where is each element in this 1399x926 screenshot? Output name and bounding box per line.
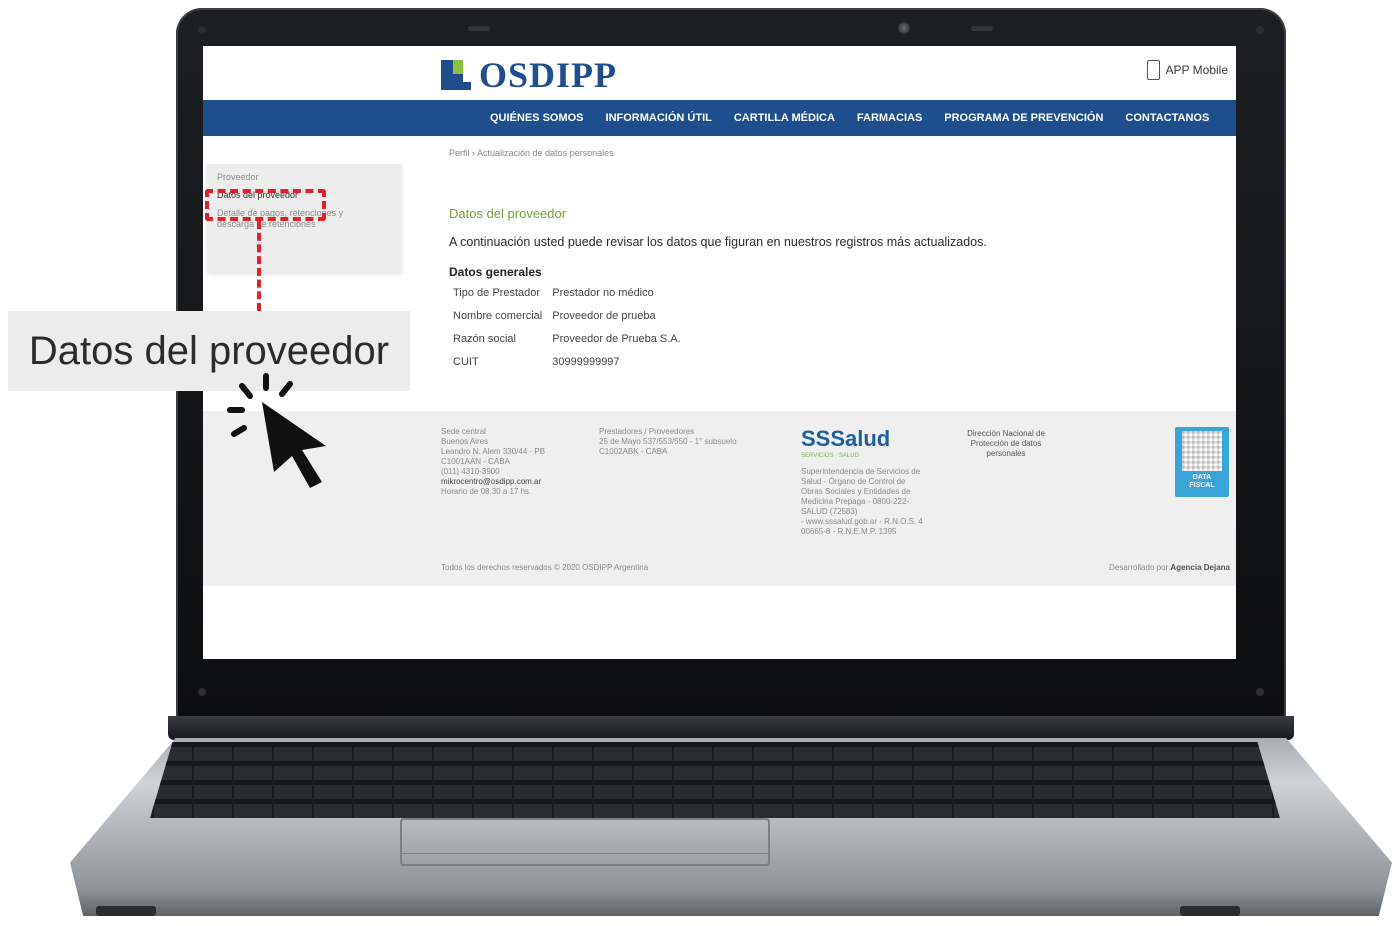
footer-text: - www.sssalud.gob.ar - R.N.O.S. 4	[801, 517, 923, 526]
footer-text: Protección de datos	[970, 439, 1042, 448]
footer-developer: Desarrollado por Agencia Dejana	[1109, 563, 1230, 572]
footer-text: Obras Sociales y Entidades de	[801, 487, 911, 496]
footer-prestadores: Prestadores / Proveedores 25 de Mayo 537…	[599, 427, 737, 457]
laptop-keyboard	[150, 742, 1280, 818]
site-footer: Sede central Buenos Aires Leandro N. Ale…	[203, 411, 1236, 586]
breadcrumb[interactable]: Perfil › Actualización de datos personal…	[449, 148, 1229, 158]
sidebar-item-proveedor[interactable]: Proveedor	[217, 172, 392, 182]
row-value: Proveedor de prueba	[552, 310, 656, 322]
footer-copyright: Todos los derechos reservados © 2020 OSD…	[441, 563, 649, 572]
data-fiscal-label: FISCAL	[1189, 482, 1215, 489]
page-title: Datos del proveedor	[449, 206, 567, 221]
footer-text: SALUD (72583)	[801, 507, 858, 516]
lid-screw	[1256, 688, 1264, 696]
footer-text: 00665-8 - R.N.E.M.P. 1395	[801, 527, 897, 536]
footer-text: C1001AAN - CABA	[441, 457, 510, 466]
main-nav: QUIÉNES SOMOS INFORMACIÓN ÚTIL CARTILLA …	[203, 100, 1236, 136]
footer-sede-central: Sede central Buenos Aires Leandro N. Ale…	[441, 427, 545, 497]
laptop-foot	[1180, 906, 1240, 916]
row-value: Prestador no médico	[552, 287, 654, 299]
footer-text: 25 de Mayo 537/553/550 - 1° subsuelo	[599, 437, 737, 446]
click-pointer-icon	[227, 373, 326, 488]
nav-item-cartilla-medica[interactable]: CARTILLA MÉDICA	[723, 112, 846, 124]
webcam	[898, 22, 910, 34]
nav-item-quienes-somos[interactable]: QUIÉNES SOMOS	[479, 112, 595, 124]
footer-text: Dirección Nacional de	[967, 429, 1045, 438]
footer-text: Prestadores / Proveedores	[599, 427, 695, 436]
sssalud-logo[interactable]: SSSalud	[801, 427, 931, 451]
footer-sssalud: SSSalud SERVICIOS · SALUD Superintendenc…	[801, 427, 931, 537]
row-label: Nombre comercial	[453, 310, 543, 322]
row-label: CUIT	[453, 356, 479, 368]
footer-text: personales	[986, 449, 1026, 458]
footer-text: Superintendencia de Servicios de	[801, 467, 921, 476]
developer-link[interactable]: Agencia Dejana	[1170, 563, 1230, 572]
laptop-foot	[96, 906, 156, 916]
lid-screw	[198, 688, 206, 696]
footer-text: Sede central	[441, 427, 486, 436]
sssalud-logo-sub: SERVICIOS · SALUD	[801, 453, 859, 459]
nav-item-programa-prevencion[interactable]: PROGRAMA DE PREVENCIÓN	[933, 112, 1114, 124]
table-row: Nombre comercial Proveedor de prueba	[449, 307, 687, 330]
row-label: Razón social	[453, 333, 516, 345]
data-fiscal-label: DATA	[1192, 474, 1212, 481]
row-label: Tipo de Prestador	[453, 287, 541, 299]
lid-sensor	[971, 26, 993, 31]
phone-icon	[1146, 60, 1160, 80]
footer-text: Salud - Órgano de Control de	[801, 477, 906, 486]
laptop-touchpad	[400, 818, 770, 866]
table-row: Razón social Proveedor de Prueba S.A.	[449, 330, 687, 353]
app-mobile-link[interactable]: APP Mobile	[1146, 60, 1228, 80]
lid-screw	[198, 26, 206, 34]
provider-info-table: Tipo de Prestador Prestador no médico No…	[449, 284, 687, 376]
footer-text: Leandro N. Alem 330/44 - PB	[441, 447, 546, 456]
qr-code-icon	[1182, 431, 1222, 471]
nav-item-informacion-util[interactable]: INFORMACIÓN ÚTIL	[595, 112, 723, 124]
footer-text: Horario de 08.30 a 17 hs.	[441, 487, 532, 496]
footer-text: Medicina Prepaga - 0800-222-	[801, 497, 910, 506]
footer-text: Buenos Aires	[441, 437, 489, 446]
lid-screw	[1256, 26, 1264, 34]
table-row: Tipo de Prestador Prestador no médico	[449, 284, 687, 307]
laptop-hinge	[168, 716, 1294, 740]
callout-label: Datos del proveedor	[28, 328, 390, 373]
lid-sensor	[468, 26, 490, 31]
highlight-box	[205, 189, 326, 221]
row-value: Proveedor de Prueba S.A.	[552, 333, 681, 345]
callout-connector	[257, 221, 261, 311]
osdipp-logo-icon	[441, 60, 471, 90]
site-header: OSDIPP APP Mobile	[203, 46, 1236, 100]
site-logo[interactable]: OSDIPP	[441, 54, 617, 96]
footer-proteccion-datos: Dirección Nacional de Protección de dato…	[951, 429, 1061, 459]
table-row: CUIT 30999999997	[449, 353, 687, 376]
data-fiscal-badge[interactable]: DATA FISCAL	[1175, 427, 1229, 497]
main-content: Perfil › Actualización de datos personal…	[449, 148, 1229, 376]
footer-email-link[interactable]: mikrocentro@osdipp.com.ar	[441, 477, 545, 487]
developer-prefix: Desarrollado por	[1109, 563, 1171, 572]
intro-text: A continuación usted puede revisar los d…	[449, 235, 987, 249]
app-mobile-label: APP Mobile	[1165, 63, 1228, 77]
group-title: Datos generales	[449, 265, 542, 279]
row-value: 30999999997	[552, 356, 620, 368]
footer-text: C1002ABK - CABA	[599, 447, 668, 456]
nav-item-contactanos[interactable]: CONTACTANOS	[1114, 112, 1220, 124]
logo-text: OSDIPP	[479, 55, 618, 95]
nav-item-farmacias[interactable]: FARMACIAS	[846, 112, 933, 124]
footer-text: (011) 4310-3900	[441, 467, 500, 476]
